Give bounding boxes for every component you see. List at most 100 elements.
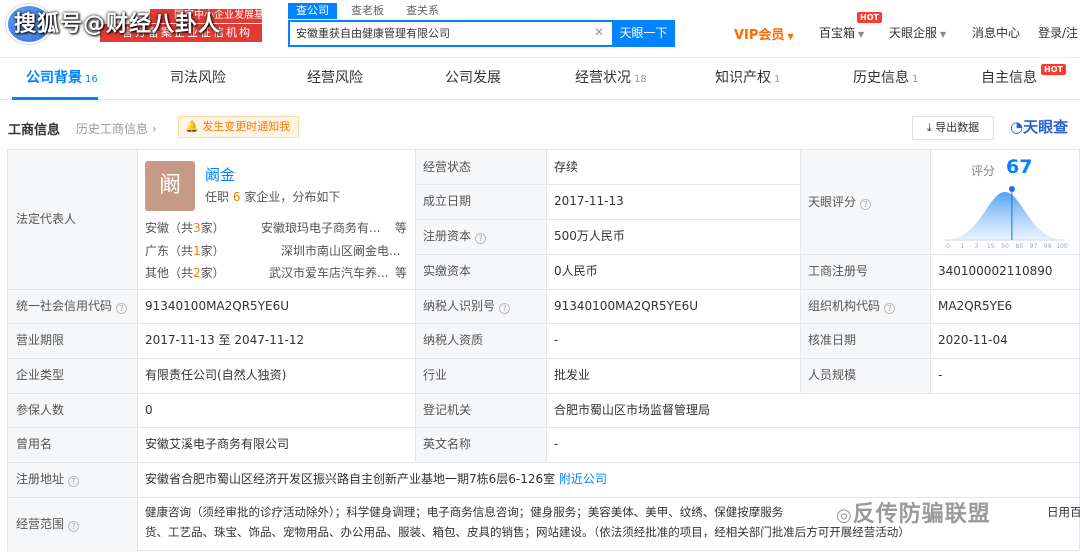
type-label: 企业类型	[8, 358, 137, 393]
tab-operation-risk[interactable]: 经营风险	[307, 58, 363, 100]
grid-line	[8, 393, 1080, 394]
score-caption: 评分	[971, 164, 996, 178]
change-notify-button[interactable]: 🔔 发生变更时通知我	[178, 116, 300, 138]
search-tab-boss[interactable]: 查老板	[343, 3, 392, 19]
active-tab-indicator	[12, 97, 98, 100]
tab-intellectual-property[interactable]: 知识产权 1	[715, 58, 780, 100]
avatar[interactable]: 阚	[145, 161, 195, 211]
tab-self-info[interactable]: 自主信息	[981, 58, 1037, 100]
region-name: 广东	[145, 244, 170, 258]
chevron-right-icon: ›	[151, 122, 157, 136]
legal-rep-name-link[interactable]: 阚金	[205, 164, 235, 185]
org-code-label-text: 组织机构代码	[808, 299, 881, 313]
tab-label: 自主信息	[981, 70, 1037, 86]
credit-code-label-text: 统一社会信用代码	[16, 299, 113, 313]
tab-label: 经营状况	[575, 70, 631, 86]
grid-line	[8, 289, 1080, 290]
enterprise-service-menu[interactable]: 天眼企服 ▼	[889, 24, 946, 41]
tab-label: 知识产权	[715, 70, 771, 86]
grid-line	[8, 358, 1080, 359]
notify-label: 发生变更时通知我	[202, 120, 291, 133]
legal-rep-label: 法定代表人	[8, 150, 137, 289]
grid-line	[800, 150, 801, 393]
tab-label: 历史信息	[853, 70, 909, 86]
help-icon[interactable]: ?	[68, 476, 80, 487]
score-tick-label: 85	[1015, 243, 1023, 250]
summary-count[interactable]: 6	[233, 190, 241, 204]
founded-label: 成立日期	[415, 184, 546, 219]
tab-label: 经营风险	[307, 70, 363, 86]
help-icon[interactable]: ?	[68, 521, 80, 532]
history-business-info-link[interactable]: 历史工商信息 ›	[76, 120, 157, 137]
search-input[interactable]: 安徽重获自由健康管理有限公司	[296, 26, 586, 42]
address-label: 注册地址?	[8, 462, 137, 497]
export-data-button[interactable]: ⤓ 导出数据	[912, 116, 994, 140]
nearby-companies-link[interactable]: 附近公司	[559, 472, 607, 486]
grid-line	[415, 184, 800, 185]
distribution-company[interactable]: 武汉市爱车店汽车养...	[269, 264, 399, 281]
tab-legal-risk[interactable]: 司法风险	[170, 58, 226, 100]
region-count: 1	[193, 244, 201, 258]
message-center-link[interactable]: 消息中心	[972, 24, 1020, 41]
taxpayer-qual-label: 纳税人资质	[415, 323, 546, 358]
tab-count: 1	[774, 74, 781, 85]
export-label: 导出数据	[935, 121, 980, 134]
taxpayer-id-label-text: 纳税人识别号	[423, 299, 496, 313]
chevron-down-icon: ▼	[787, 32, 794, 41]
address-value: 安徽省合肥市蜀山区经济开发区振兴路自主创新产业基地一期7栋6层6-126室 附近…	[137, 462, 1080, 497]
toolbox-menu[interactable]: 百宝箱 ▼	[819, 24, 864, 41]
staff-size-label: 人员规模	[800, 358, 930, 393]
distribution-region[interactable]: 其他（共2家）	[145, 264, 225, 281]
founded-value: 2017-11-13	[554, 194, 624, 208]
distribution-company[interactable]: 深圳市南山区阚金电...	[281, 242, 411, 259]
distribution-region[interactable]: 安徽（共3家）	[145, 219, 225, 236]
download-icon: ⤓	[926, 121, 932, 134]
login-link[interactable]: 登录/注	[1038, 24, 1078, 41]
former-name-label: 曾用名	[8, 427, 137, 462]
grid-line	[546, 150, 547, 462]
tab-company-background[interactable]: 公司背景 16	[26, 58, 98, 100]
industry-value: 批发业	[554, 368, 591, 382]
tab-operation-status[interactable]: 经营状况 18	[575, 58, 647, 100]
vip-menu[interactable]: VIP会员 ▼	[734, 24, 794, 43]
status-label: 经营状态	[415, 150, 546, 184]
term-value: 2017-11-13 至 2047-11-12	[145, 333, 305, 347]
history-link-label: 历史工商信息	[76, 122, 149, 136]
help-icon[interactable]: ?	[116, 303, 128, 314]
grid-line	[415, 219, 800, 220]
wechat-icon: ◎	[836, 505, 853, 526]
search-tab-relation[interactable]: 查关系	[398, 3, 447, 19]
reg-capital-value: 500万人民币	[554, 229, 625, 243]
clear-icon[interactable]: ✕	[594, 25, 604, 39]
score-bell-curve	[945, 192, 1065, 240]
approval-label: 核准日期	[800, 323, 930, 358]
distribution-company[interactable]: 安徽琅玛电子商务有...	[261, 219, 391, 236]
help-icon[interactable]: ?	[884, 303, 896, 314]
search-button[interactable]: 天眼一下	[612, 20, 675, 47]
score-marker-pin	[1008, 186, 1015, 192]
toolbox-label: 百宝箱	[819, 26, 856, 40]
tab-company-development[interactable]: 公司发展	[445, 58, 501, 100]
region-name: 安徽	[145, 221, 170, 235]
grid-line	[137, 150, 138, 552]
distribution-more[interactable]: 等	[395, 264, 407, 281]
search-tab-company[interactable]: 查公司	[288, 3, 337, 19]
help-icon[interactable]: ?	[499, 303, 511, 314]
industry-label: 行业	[415, 358, 546, 393]
former-name-value: 安徽艾溪电子商务有限公司	[145, 437, 290, 451]
credit-code-value: 91340100MA2QR5YE6U	[145, 299, 290, 313]
address-text: 安徽省合肥市蜀山区经济开发区振兴路自主创新产业基地一期7栋6层6-126室	[145, 472, 556, 486]
org-code-label: 组织机构代码?	[800, 289, 930, 323]
help-icon[interactable]: ?	[475, 233, 487, 244]
score-tick-label: 3	[975, 243, 979, 250]
logo-area[interactable]: 国家中小企业发展基金旗下 官方备案企业征信机构 搜狐号@财经八卦人	[0, 0, 270, 48]
reg-no-label: 工商注册号	[800, 254, 930, 289]
taxpayer-qual-value: -	[554, 333, 559, 347]
help-icon[interactable]: ?	[860, 199, 872, 210]
section-title: 工商信息	[8, 123, 61, 138]
distribution-region[interactable]: 广东（共1家）	[145, 242, 225, 259]
paid-capital-label: 实缴资本	[415, 254, 546, 289]
tab-history[interactable]: 历史信息 1	[853, 58, 918, 100]
top-bar: 国家中小企业发展基金旗下 官方备案企业征信机构 搜狐号@财经八卦人 查公司 查老…	[0, 0, 1080, 58]
distribution-more[interactable]: 等	[395, 219, 407, 236]
